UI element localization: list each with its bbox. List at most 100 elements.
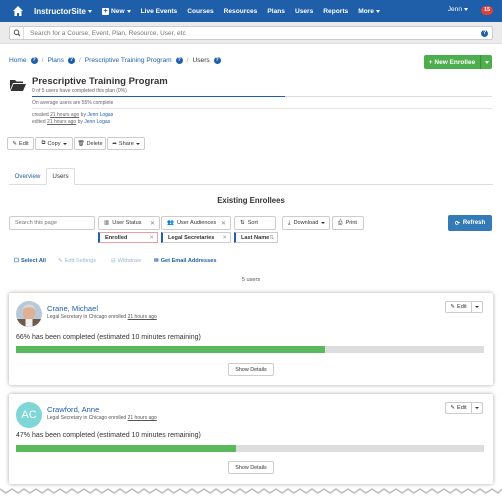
close-icon[interactable]: ✕	[222, 235, 227, 241]
enrollee-name[interactable]: Crawford, Anne	[47, 405, 99, 414]
home-icon[interactable]	[12, 5, 24, 17]
nav-more-label: More	[358, 7, 374, 15]
help-icon[interactable]: ?	[30, 57, 38, 64]
pencil-icon: ✎	[450, 304, 456, 310]
show-details-button[interactable]: Show Details	[228, 461, 274, 474]
sort-button[interactable]: ⇅ Sort	[234, 216, 276, 230]
chevron-down-icon	[62, 142, 67, 145]
download-button[interactable]: ⤓ Download	[282, 216, 330, 230]
help-icon[interactable]: ?	[175, 57, 183, 64]
edit-dropdown[interactable]	[472, 302, 482, 312]
nav-new[interactable]: + New	[102, 7, 131, 15]
search-input[interactable]	[24, 27, 492, 39]
user-status-filter[interactable]: ▥ User Status ✕	[98, 216, 160, 230]
tabs-divider	[9, 184, 493, 185]
help-icon[interactable]: ?	[213, 57, 221, 64]
search-icon[interactable]	[10, 27, 24, 39]
edit-dropdown[interactable]	[472, 403, 482, 413]
progress-fill	[16, 346, 325, 353]
delete-plan-label: Delete	[86, 140, 103, 147]
edited-by-link[interactable]: Jenn Logas	[84, 119, 110, 125]
section-title: Existing Enrollees	[217, 196, 285, 205]
share-plan-label: Share	[118, 140, 134, 147]
enrolled-time: 21 hours ago	[127, 415, 157, 421]
print-button[interactable]: ⎙ Print	[332, 216, 364, 230]
progress-bar	[16, 346, 484, 353]
avatar-photo	[16, 301, 42, 327]
enrollee-subtitle: Legal Secretary in Chicago enrolled 21 h…	[47, 314, 157, 320]
bar-chart-icon: ▥	[104, 220, 110, 226]
get-email-addresses-button[interactable]: ✉ Get Email Addresses	[154, 258, 216, 264]
new-enrollee-main[interactable]: + New Enrollee	[424, 59, 480, 66]
search-page-input[interactable]	[9, 216, 95, 230]
envelope-icon: ✉	[154, 258, 159, 264]
copy-plan-button[interactable]: ⧉ Copy	[35, 137, 73, 150]
refresh-icon: ⟳	[454, 220, 460, 227]
plan-average-text: On average users are 55% complete	[32, 100, 114, 106]
close-icon[interactable]: ✕	[149, 235, 154, 241]
help-icon[interactable]: ?	[481, 30, 488, 37]
breadcrumb-plan[interactable]: Prescriptive Training Program	[85, 57, 172, 64]
tab-users[interactable]: Users	[46, 168, 75, 185]
plan-title: Prescriptive Training Program	[32, 76, 168, 87]
sort-chip-last-name[interactable]: Last Name ⇅	[234, 232, 278, 243]
created-prefix: created	[32, 112, 49, 118]
tab-overview[interactable]: Overview	[9, 168, 46, 185]
user-audiences-label: User Audiences	[176, 220, 217, 226]
folder-open-icon	[9, 78, 27, 92]
new-enrollee-button[interactable]: + New Enrollee	[424, 55, 492, 69]
notification-badge[interactable]: 15	[481, 6, 493, 15]
withdraw-label: Withdraw	[117, 258, 141, 264]
close-icon[interactable]: ✕	[221, 220, 226, 227]
share-icon: ➦	[112, 140, 117, 147]
progress-text: 47% has been completed (estimated 10 min…	[16, 432, 201, 439]
chip-secretaries-label: Legal Secretaries	[168, 234, 215, 241]
brand-menu[interactable]: InstructorSite	[34, 7, 93, 16]
nav-live-events[interactable]: Live Events	[141, 8, 178, 15]
checkbox-icon: ☐	[14, 258, 20, 264]
breadcrumb-current: Users	[192, 57, 210, 64]
nav-resources[interactable]: Resources	[224, 8, 258, 15]
edit-main[interactable]: ✎ Edit	[446, 403, 472, 413]
select-all-button[interactable]: ☐ Select All	[14, 258, 46, 264]
user-audiences-filter[interactable]: 👥 User Audiences ✕	[161, 216, 231, 230]
user-count: 5 users	[241, 277, 261, 283]
filter-chip-legal-secretaries[interactable]: Legal Secretaries ✕	[161, 232, 231, 243]
plan-completion-summary: 0 of 5 users have completed this plan (0…	[32, 88, 127, 94]
nav-plans[interactable]: Plans	[267, 8, 285, 15]
nav-courses[interactable]: Courses	[187, 8, 213, 15]
top-nav: InstructorSite + New Live Events Courses …	[0, 0, 502, 22]
withdraw-button[interactable]: ⊟ Withdraw	[111, 258, 141, 264]
filter-chip-enrolled[interactable]: Enrolled ✕	[98, 232, 158, 243]
edit-plan-button[interactable]: ✎ Edit	[7, 137, 34, 150]
close-icon[interactable]: ✕	[150, 220, 155, 227]
breadcrumb-home[interactable]: Home	[9, 57, 27, 64]
share-plan-button[interactable]: ➦ Share	[107, 137, 145, 150]
enrolled-time: 21 hours ago	[127, 314, 157, 320]
delete-plan-button[interactable]: 🗑 Delete	[74, 137, 106, 150]
nav-reports[interactable]: Reports	[323, 8, 348, 15]
new-enrollee-dropdown[interactable]	[480, 55, 492, 69]
chevron-down-icon	[375, 9, 380, 13]
nav-more[interactable]: More	[358, 8, 380, 15]
edit-main[interactable]: ✎ Edit	[446, 302, 472, 312]
edit-settings-button[interactable]: ✎ Edit Settings	[58, 258, 96, 264]
enrollee-edit-button[interactable]: ✎ Edit	[445, 301, 483, 313]
breadcrumb-plans[interactable]: Plans	[47, 57, 64, 64]
enrollee-sub-prefix: Legal Secretary in Chicago enrolled	[47, 314, 127, 320]
sort-icon[interactable]: ⇅	[269, 235, 274, 241]
chevron-down-icon	[464, 8, 468, 11]
nav-users[interactable]: Users	[295, 8, 313, 15]
show-details-button[interactable]: Show Details	[228, 363, 274, 376]
refresh-button[interactable]: ⟳ Refresh	[448, 215, 492, 231]
progress-text: 66% has been completed (estimated 10 min…	[16, 334, 201, 341]
enrollee-name[interactable]: Crane, Michael	[47, 304, 98, 313]
select-all-label: Select All	[21, 258, 46, 264]
help-icon[interactable]: ?	[67, 57, 75, 64]
breadcrumb-separator: /	[78, 57, 81, 64]
chevron-down-icon	[484, 60, 489, 64]
enrollee-edit-button[interactable]: ✎ Edit	[445, 402, 483, 414]
breadcrumb-separator: /	[41, 57, 44, 64]
user-menu[interactable]: Jenn	[448, 6, 468, 13]
created-by-link[interactable]: Jenn Logas	[87, 112, 113, 118]
